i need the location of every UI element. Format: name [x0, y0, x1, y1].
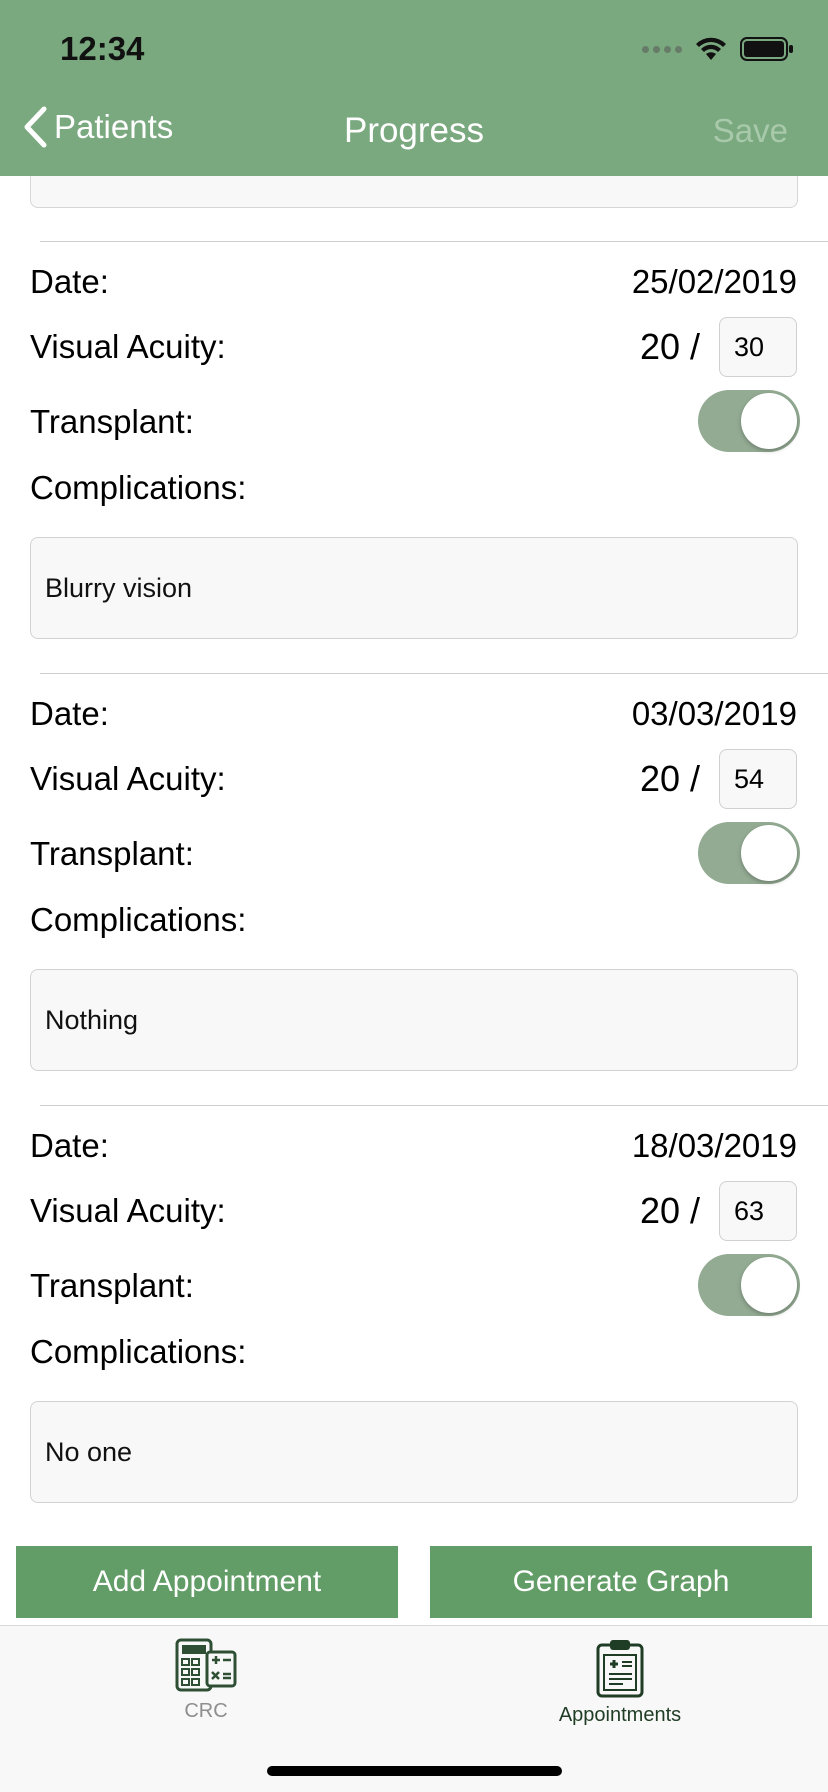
complications-field[interactable]: No one — [30, 1401, 798, 1503]
visual-acuity-label: Visual Acuity: — [30, 328, 226, 365]
tab-appointments[interactable]: Appointments — [500, 1638, 740, 1727]
calculator-icon — [175, 1638, 237, 1692]
date-value: 03/03/2019 — [631, 695, 797, 732]
transplant-label: Transplant: — [30, 835, 194, 872]
visual-acuity-input[interactable]: 30 — [719, 317, 797, 377]
transplant-toggle[interactable] — [698, 822, 800, 884]
progress-entry: Date: 03/03/2019 Visual Acuity: 20 / 54 … — [0, 673, 828, 1105]
transplant-label: Transplant: — [30, 1267, 194, 1304]
transplant-toggle[interactable] — [698, 390, 800, 452]
progress-entry: Date: 18/03/2019 Visual Acuity: 20 / 63 … — [0, 1105, 828, 1536]
visual-acuity-label: Visual Acuity: — [30, 760, 226, 797]
date-value: 18/03/2019 — [631, 1127, 797, 1164]
navigation-header: 12:34 Patients Progress Save — [0, 0, 828, 176]
generate-graph-button[interactable]: Generate Graph — [430, 1546, 812, 1618]
status-time: 12:34 — [60, 30, 145, 67]
transplant-toggle[interactable] — [698, 1254, 800, 1316]
toggle-knob — [741, 825, 797, 881]
signal-icon — [642, 45, 682, 53]
clipboard-icon — [596, 1640, 644, 1698]
date-label: Date: — [30, 695, 109, 732]
visual-acuity-prefix: 20 / — [639, 1190, 700, 1231]
save-button[interactable]: Save — [713, 112, 788, 150]
visual-acuity-prefix: 20 / — [639, 326, 700, 367]
complications-field-previous[interactable] — [30, 176, 798, 208]
complications-label: Complications: — [30, 901, 247, 938]
progress-entry: Date: 25/02/2019 Visual Acuity: 20 / 30 … — [0, 241, 828, 673]
visual-acuity-label: Visual Acuity: — [30, 1192, 226, 1229]
complications-field[interactable]: Nothing — [30, 969, 798, 1071]
complications-field[interactable]: Blurry vision — [30, 537, 798, 639]
wifi-icon — [694, 36, 728, 62]
tab-crc-label: CRC — [184, 1700, 228, 1722]
complications-label: Complications: — [30, 1333, 247, 1370]
visual-acuity-input[interactable]: 63 — [719, 1181, 797, 1241]
date-value: 25/02/2019 — [631, 263, 797, 300]
toggle-knob — [741, 393, 797, 449]
tab-appointments-label: Appointments — [558, 1704, 682, 1726]
toggle-knob — [741, 1257, 797, 1313]
visual-acuity-input[interactable]: 54 — [719, 749, 797, 809]
tab-crc[interactable]: CRC — [86, 1638, 326, 1723]
divider — [40, 673, 828, 674]
date-label: Date: — [30, 1127, 109, 1164]
add-appointment-button[interactable]: Add Appointment — [16, 1546, 398, 1618]
complications-label: Complications: — [30, 469, 247, 506]
divider — [40, 241, 828, 242]
page-title: Progress — [343, 111, 485, 150]
battery-icon — [740, 36, 794, 62]
progress-list[interactable]: Date: 25/02/2019 Visual Acuity: 20 / 30 … — [0, 176, 828, 1536]
home-indicator — [267, 1766, 562, 1776]
visual-acuity-prefix: 20 / — [639, 758, 700, 799]
divider — [40, 1105, 828, 1106]
transplant-label: Transplant: — [30, 403, 194, 440]
status-icons — [642, 36, 794, 62]
date-label: Date: — [30, 263, 109, 300]
